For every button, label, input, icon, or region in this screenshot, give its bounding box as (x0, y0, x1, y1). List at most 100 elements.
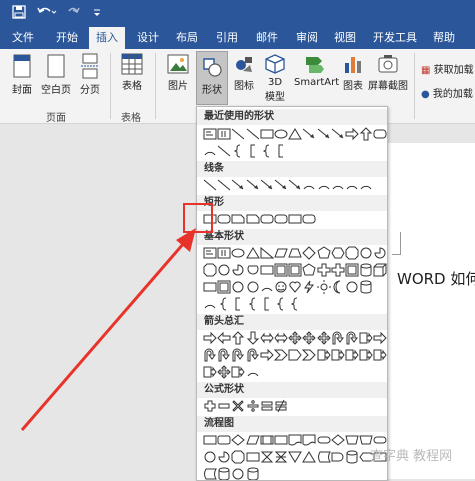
vtext-shape-icon[interactable] (217, 246, 231, 260)
cross-shape-icon[interactable] (331, 263, 345, 277)
pentarrow-shape-icon[interactable] (288, 348, 302, 362)
uturn-shape-icon[interactable] (217, 348, 231, 362)
brace-shape-icon[interactable] (288, 297, 302, 311)
arrowline-shape-icon[interactable] (231, 178, 245, 192)
tri-shape-icon[interactable] (246, 246, 260, 260)
line-shape-icon[interactable] (231, 127, 245, 141)
frame-shape-icon[interactable] (217, 280, 231, 294)
tab-help[interactable]: 帮助 (433, 31, 455, 45)
cross-shape-icon[interactable] (317, 263, 331, 277)
heart-shape-icon[interactable] (288, 280, 302, 294)
circle-shape-icon[interactable] (345, 280, 359, 294)
callout-shape-icon[interactable] (331, 348, 345, 362)
rect-shape-icon[interactable] (203, 280, 217, 294)
arrowline-shape-icon[interactable] (317, 127, 331, 141)
tab-insert[interactable]: 插入 (89, 27, 125, 49)
quad-shape-icon[interactable] (302, 331, 316, 345)
disk-shape-icon[interactable] (345, 450, 359, 464)
uarrow-shape-icon[interactable] (231, 331, 245, 345)
rtri-shape-icon[interactable] (260, 246, 274, 260)
bracket-shape-icon[interactable] (274, 144, 288, 158)
line-shape-icon[interactable] (217, 178, 231, 192)
undo-icon[interactable] (37, 5, 57, 24)
arc-shape-icon[interactable] (317, 178, 331, 192)
manual-shape-icon[interactable] (345, 433, 359, 447)
arc-shape-icon[interactable] (246, 365, 260, 379)
bracket-shape-icon[interactable] (246, 144, 260, 158)
chart-button[interactable]: 图表 (341, 53, 365, 92)
chevron-shape-icon[interactable] (274, 348, 288, 362)
document-page[interactable] (380, 143, 475, 479)
trap-shape-icon[interactable] (288, 246, 302, 260)
frame-shape-icon[interactable] (288, 263, 302, 277)
tab-view[interactable]: 视图 (334, 31, 356, 45)
3d-models-button[interactable]: 3D 模型 (262, 53, 288, 103)
terminator-shape-icon[interactable] (317, 433, 331, 447)
uturn-shape-icon[interactable] (246, 348, 260, 362)
rrect-shape-icon[interactable] (217, 212, 231, 226)
hourglass-shape-icon[interactable] (260, 450, 274, 464)
pent-shape-icon[interactable] (317, 246, 331, 260)
tab-file[interactable]: 文件 (12, 31, 34, 45)
callout-shape-icon[interactable] (359, 348, 373, 362)
screenshot-button[interactable]: 屏幕截图 (368, 53, 408, 92)
diamond-shape-icon[interactable] (302, 246, 316, 260)
oct-shape-icon[interactable] (345, 246, 359, 260)
arc-shape-icon[interactable] (203, 297, 217, 311)
line-shape-icon[interactable] (203, 178, 217, 192)
rect-shape-icon[interactable] (274, 433, 288, 447)
rrect-shape-icon[interactable] (373, 127, 387, 141)
lrarrow-shape-icon[interactable] (260, 331, 274, 345)
redo-icon[interactable] (66, 5, 80, 24)
save-icon[interactable] (12, 5, 26, 24)
tri-shape-icon[interactable] (288, 127, 302, 141)
oct-shape-icon[interactable] (231, 450, 245, 464)
uturn-shape-icon[interactable] (345, 331, 359, 345)
tab-layout[interactable]: 布局 (176, 31, 198, 45)
oval-shape-icon[interactable] (274, 127, 288, 141)
circle-shape-icon[interactable] (246, 280, 260, 294)
moon-shape-icon[interactable] (331, 280, 345, 294)
uarrow-shape-icon[interactable] (359, 127, 373, 141)
text-shape-icon[interactable] (203, 127, 217, 141)
arrowline-shape-icon[interactable] (331, 127, 345, 141)
collate-shape-icon[interactable] (274, 450, 288, 464)
process-shape-icon[interactable] (203, 433, 217, 447)
tab-developer[interactable]: 开发工具 (373, 31, 417, 45)
uturn-shape-icon[interactable] (203, 348, 217, 362)
circle-shape-icon[interactable] (231, 280, 245, 294)
pie-shape-icon[interactable] (373, 246, 387, 260)
mult-shape-icon[interactable] (231, 399, 245, 413)
circle-shape-icon[interactable] (359, 246, 373, 260)
pie-shape-icon[interactable] (231, 263, 245, 277)
page-break-button[interactable]: 分页 (77, 53, 103, 96)
chevron-shape-icon[interactable] (302, 348, 316, 362)
quad-shape-icon[interactable] (288, 331, 302, 345)
snip-shape-icon[interactable] (231, 212, 245, 226)
brace-shape-icon[interactable] (274, 297, 288, 311)
storage-shape-icon[interactable] (317, 450, 331, 464)
minus-shape-icon[interactable] (217, 399, 231, 413)
larrow-shape-icon[interactable] (217, 331, 231, 345)
lrarrow-shape-icon[interactable] (274, 331, 288, 345)
uturn-shape-icon[interactable] (231, 348, 245, 362)
rarrow-shape-icon[interactable] (260, 348, 274, 362)
frame-shape-icon[interactable] (274, 263, 288, 277)
customize-icon[interactable] (92, 5, 102, 24)
callout-shape-icon[interactable] (345, 348, 359, 362)
rarrow-shape-icon[interactable] (373, 331, 387, 345)
circle-shape-icon[interactable] (203, 450, 217, 464)
pent-shape-icon[interactable] (302, 263, 316, 277)
rect-shape-icon[interactable] (260, 263, 274, 277)
oval-shape-icon[interactable] (231, 246, 245, 260)
cube-shape-icon[interactable] (373, 263, 387, 277)
line-shape-icon[interactable] (217, 144, 231, 158)
uturn-shape-icon[interactable] (331, 331, 345, 345)
quad-shape-icon[interactable] (317, 331, 331, 345)
shapes-button[interactable]: 形状 (196, 51, 228, 105)
altproc-shape-icon[interactable] (217, 433, 231, 447)
smartart-button[interactable]: SmartArt (294, 53, 336, 88)
callout-shape-icon[interactable] (231, 365, 245, 379)
arrowline-shape-icon[interactable] (274, 178, 288, 192)
arc-shape-icon[interactable] (359, 178, 373, 192)
